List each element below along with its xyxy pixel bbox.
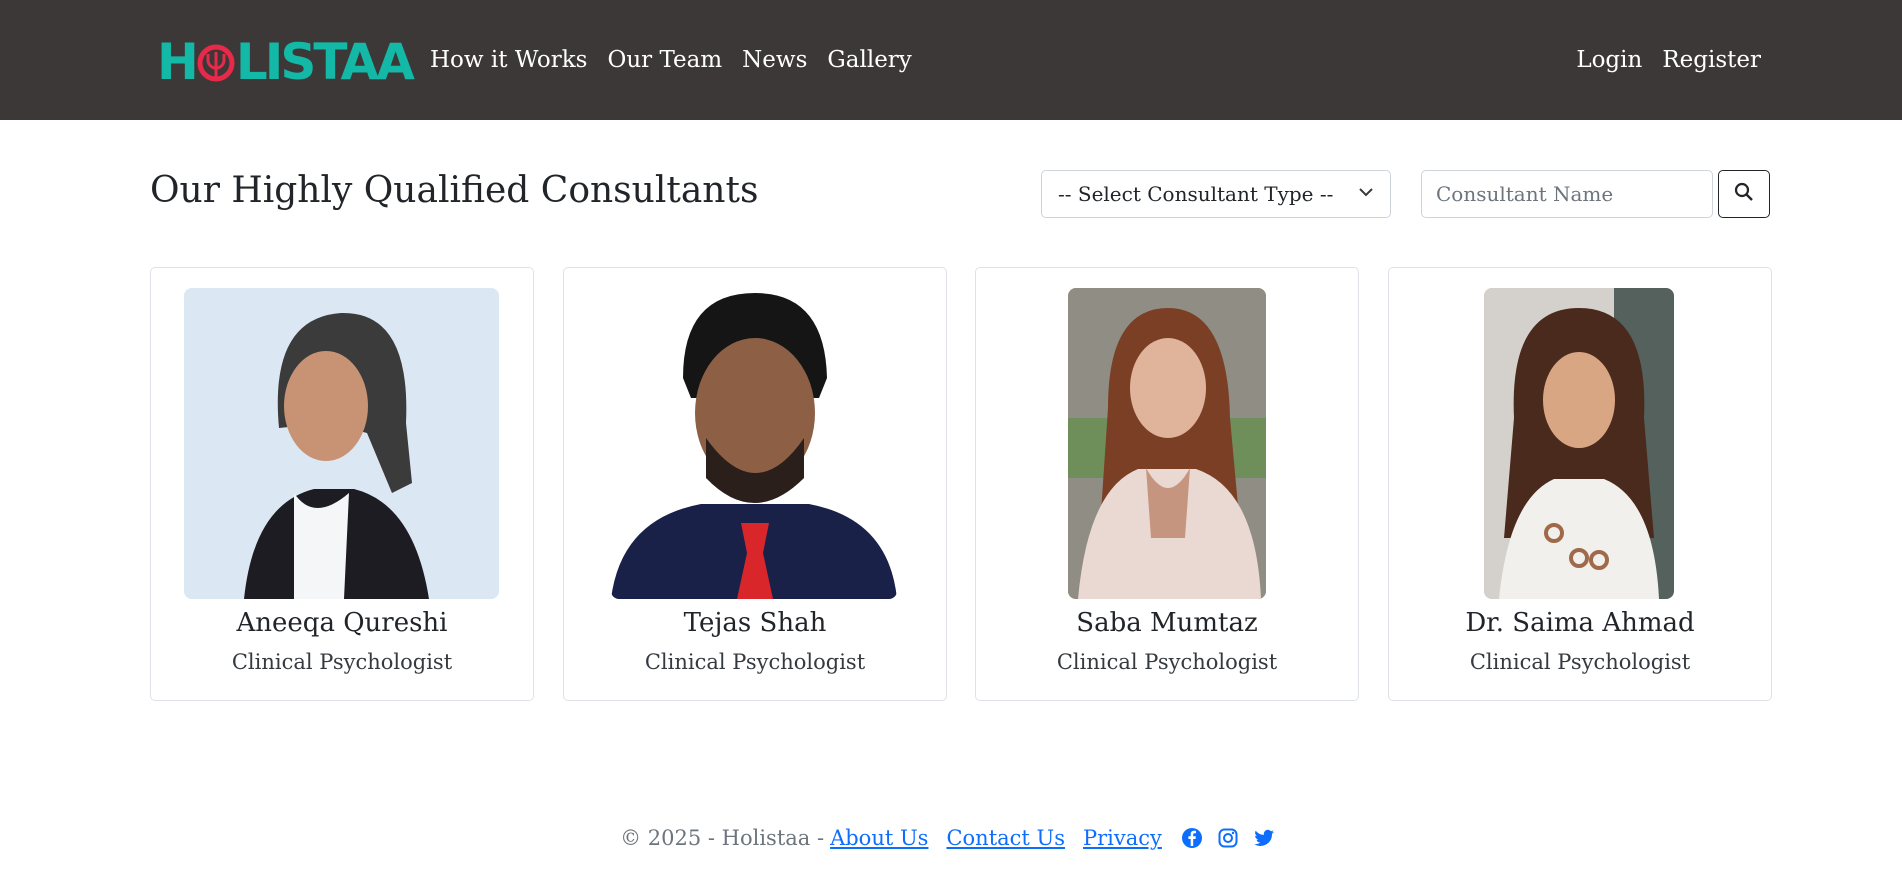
chevron-down-icon: [1358, 184, 1374, 204]
consultant-card[interactable]: Dr. Saima Ahmad Clinical Psychologist: [1388, 267, 1772, 701]
consultant-name-input[interactable]: [1421, 170, 1713, 218]
consultant-photo: [611, 288, 897, 599]
footer-copyright: © 2025 - Holistaa -: [620, 826, 825, 850]
top-navbar: H LISTAA How it Works Our Team News Gall…: [0, 0, 1902, 120]
nav-login[interactable]: Login: [1576, 40, 1642, 80]
nav-register[interactable]: Register: [1662, 40, 1761, 80]
footer-link-about-us[interactable]: About Us: [830, 826, 928, 850]
nav-gallery[interactable]: Gallery: [827, 40, 911, 80]
twitter-icon[interactable]: [1252, 826, 1276, 850]
consultant-role: Clinical Psychologist: [1469, 650, 1691, 674]
account-nav: Login Register: [1576, 40, 1761, 80]
consultant-card[interactable]: Saba Mumtaz Clinical Psychologist: [975, 267, 1359, 701]
consultant-photo: [1484, 288, 1674, 599]
logo-psi-icon: [197, 40, 235, 84]
page-title: Our Highly Qualified Consultants: [150, 170, 759, 211]
consultant-type-selected: -- Select Consultant Type --: [1058, 182, 1334, 206]
footer-link-privacy[interactable]: Privacy: [1083, 826, 1162, 850]
consultant-name: Tejas Shah: [683, 608, 827, 638]
consultant-photo: [184, 288, 499, 599]
consultant-type-select[interactable]: -- Select Consultant Type --: [1041, 170, 1391, 218]
brand-logo[interactable]: H LISTAA: [157, 33, 415, 91]
consultant-role: Clinical Psychologist: [644, 650, 866, 674]
consultant-name: Aneeqa Qureshi: [236, 608, 448, 638]
footer-link-contact-us[interactable]: Contact Us: [946, 826, 1065, 850]
nav-how-it-works[interactable]: How it Works: [430, 40, 587, 80]
facebook-icon[interactable]: [1180, 826, 1204, 850]
consultant-name: Saba Mumtaz: [1076, 608, 1258, 638]
nav-news[interactable]: News: [742, 40, 807, 80]
consultant-role: Clinical Psychologist: [231, 650, 453, 674]
search-button[interactable]: [1718, 170, 1770, 218]
nav-our-team[interactable]: Our Team: [607, 40, 722, 80]
consultant-card[interactable]: Aneeqa Qureshi Clinical Psychologist: [150, 267, 534, 701]
instagram-icon[interactable]: [1216, 826, 1240, 850]
consultant-name: Dr. Saima Ahmad: [1465, 608, 1695, 638]
search-icon: [1734, 182, 1754, 206]
consultant-photo: [1068, 288, 1266, 599]
footer: © 2025 - Holistaa - About Us Contact Us …: [0, 826, 1902, 850]
consultant-role: Clinical Psychologist: [1056, 650, 1278, 674]
logo-letter-h: H: [157, 33, 199, 91]
logo-letters-listaa: LISTAA: [235, 33, 415, 91]
main-nav: How it Works Our Team News Gallery: [430, 40, 912, 80]
consultant-card[interactable]: Tejas Shah Clinical Psychologist: [563, 267, 947, 701]
